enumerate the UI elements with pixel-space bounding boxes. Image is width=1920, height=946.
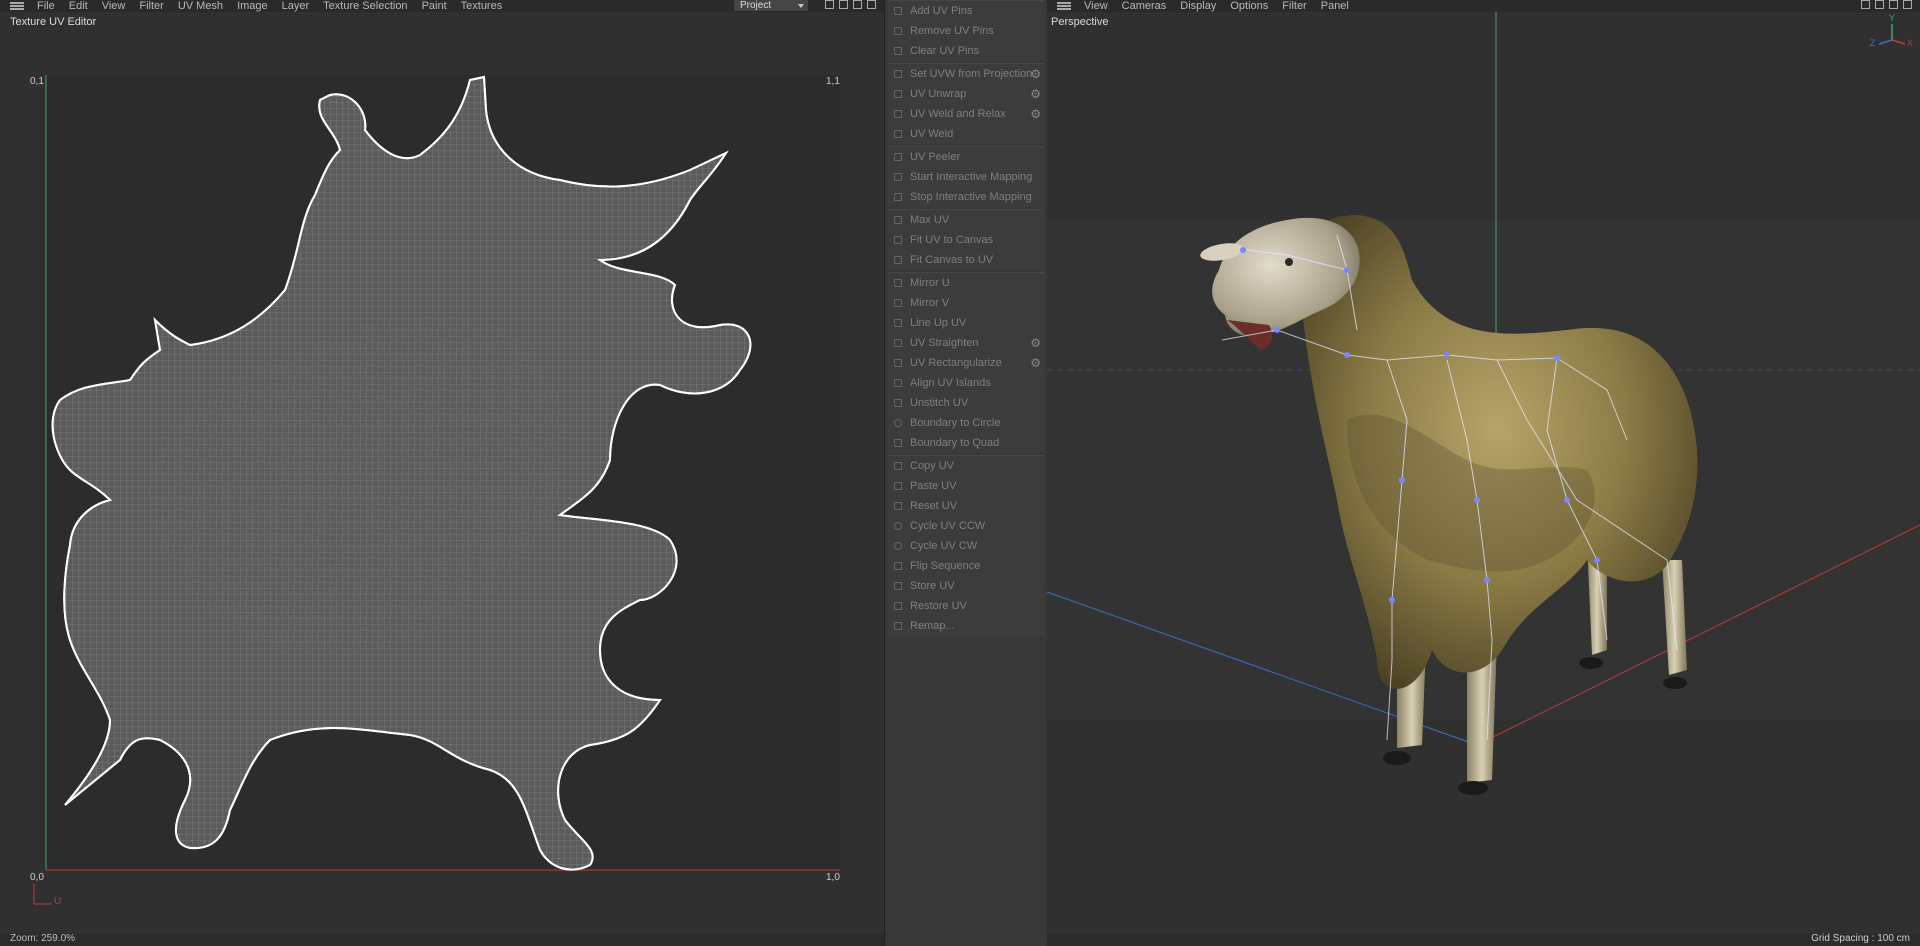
line-up-icon xyxy=(894,319,902,327)
cmd-start-interactive-mapping[interactable]: Start Interactive Mapping xyxy=(888,167,1044,187)
cmd-fit-uv-to-canvas[interactable]: Fit UV to Canvas xyxy=(888,230,1044,250)
sheep-hoof xyxy=(1458,781,1488,795)
cmd-clear-uv-pins[interactable]: Clear UV Pins xyxy=(888,41,1044,61)
cmd-copy-uv[interactable]: Copy UV xyxy=(888,456,1044,476)
cmd-fit-canvas-to-uv[interactable]: Fit Canvas to UV xyxy=(888,250,1044,270)
cmd-uv-peeler[interactable]: UV Peeler xyxy=(888,147,1044,167)
uv-corner-bottom-left: 0,0 xyxy=(30,872,44,883)
cmd-add-uv-pins[interactable]: Add UV Pins xyxy=(888,1,1044,21)
cmd-restore-uv[interactable]: Restore UV xyxy=(888,596,1044,616)
restore-icon xyxy=(894,602,902,610)
cmd-cycle-uv-ccw[interactable]: Cycle UV CCW xyxy=(888,516,1044,536)
gizmo-y-label: Y xyxy=(1889,13,1896,23)
stop-icon xyxy=(894,193,902,201)
uv-canvas[interactable] xyxy=(0,0,884,946)
paste-icon xyxy=(894,482,902,490)
cmd-group-transform: Mirror U Mirror V Line Up UV UV Straight… xyxy=(888,272,1044,453)
uv-axis-u-label: U xyxy=(54,896,62,907)
gear-icon[interactable]: ⚙ xyxy=(1030,356,1041,370)
gear-icon[interactable]: ⚙ xyxy=(1030,67,1041,81)
gear-icon[interactable]: ⚙ xyxy=(1030,336,1041,350)
flip-icon xyxy=(894,562,902,570)
cmd-store-uv[interactable]: Store UV xyxy=(888,576,1044,596)
cmd-uv-rectangularize[interactable]: UV Rectangularize ⚙ xyxy=(888,353,1044,373)
cmd-remove-uv-pins[interactable]: Remove UV Pins xyxy=(888,21,1044,41)
fit-icon xyxy=(894,236,902,244)
uv-commands-panel: Add UV Pins Remove UV Pins Clear UV Pins… xyxy=(884,0,1048,946)
viewport-canvas[interactable] xyxy=(1047,0,1920,946)
cmd-remap[interactable]: Remap... xyxy=(888,616,1044,636)
cmd-unstitch-uv[interactable]: Unstitch UV xyxy=(888,393,1044,413)
play-icon xyxy=(894,173,902,181)
sheep-eye xyxy=(1285,258,1293,266)
uv-corner-top-right: 1,1 xyxy=(826,76,840,87)
gear-icon[interactable]: ⚙ xyxy=(1030,107,1041,121)
mirror-u-icon xyxy=(894,279,902,287)
clear-icon xyxy=(894,47,902,55)
cmd-group-clipboard: Copy UV Paste UV Reset UV Cycle UV CCW C… xyxy=(888,455,1044,636)
cmd-group-fit: Max UV Fit UV to Canvas Fit Canvas to UV xyxy=(888,209,1044,270)
cmd-uv-unwrap[interactable]: UV Unwrap ⚙ xyxy=(888,84,1044,104)
sheep-hoof xyxy=(1579,657,1603,669)
copy-icon xyxy=(894,462,902,470)
remap-icon xyxy=(894,622,902,630)
sheep-hoof xyxy=(1383,751,1411,765)
grid-spacing-readout: Grid Spacing : 100 cm xyxy=(1811,933,1910,944)
projection-icon xyxy=(894,70,902,78)
viewport-title: Perspective xyxy=(1051,16,1109,28)
reset-icon xyxy=(894,502,902,510)
cmd-group-pins: Add UV Pins Remove UV Pins Clear UV Pins xyxy=(888,0,1044,61)
cmd-group-unwrap: Set UVW from Projection ⚙ UV Unwrap ⚙ UV W… xyxy=(888,63,1044,144)
viewport-status-bar xyxy=(1047,934,1920,946)
cmd-max-uv[interactable]: Max UV xyxy=(888,210,1044,230)
rectangularize-icon xyxy=(894,359,902,367)
pin-icon xyxy=(894,7,902,15)
gear-icon[interactable]: ⚙ xyxy=(1030,87,1041,101)
uv-corner-bottom-right: 1,0 xyxy=(826,872,840,883)
cmd-uv-straighten[interactable]: UV Straighten ⚙ xyxy=(888,333,1044,353)
rotate-cw-icon xyxy=(894,542,902,550)
quad-icon xyxy=(894,439,902,447)
cmd-uv-weld-and-relax[interactable]: UV Weld and Relax ⚙ xyxy=(888,104,1044,124)
cmd-group-peeler: UV Peeler Start Interactive Mapping Stop… xyxy=(888,146,1044,207)
cmd-stop-interactive-mapping[interactable]: Stop Interactive Mapping xyxy=(888,187,1044,207)
cmd-boundary-to-quad[interactable]: Boundary to Quad xyxy=(888,433,1044,453)
texture-uv-editor-panel: File Edit View Filter UV Mesh Image Laye… xyxy=(0,0,884,946)
circle-icon xyxy=(894,419,902,427)
relax-icon xyxy=(894,110,902,118)
gizmo-x-label: X xyxy=(1907,38,1914,48)
rotate-ccw-icon xyxy=(894,522,902,530)
pin-remove-icon xyxy=(894,27,902,35)
mirror-v-icon xyxy=(894,299,902,307)
align-icon xyxy=(894,379,902,387)
cmd-set-uvw-from-projection[interactable]: Set UVW from Projection ⚙ xyxy=(888,64,1044,84)
cmd-paste-uv[interactable]: Paste UV xyxy=(888,476,1044,496)
cmd-line-up-uv[interactable]: Line Up UV xyxy=(888,313,1044,333)
cmd-align-uv-islands[interactable]: Align UV Islands xyxy=(888,373,1044,393)
fit-canvas-icon xyxy=(894,256,902,264)
weld-icon xyxy=(894,130,902,138)
store-icon xyxy=(894,582,902,590)
max-icon xyxy=(894,216,902,224)
cmd-mirror-u[interactable]: Mirror U xyxy=(888,273,1044,293)
unstitch-icon xyxy=(894,399,902,407)
straighten-icon xyxy=(894,339,902,347)
perspective-viewport-panel: View Cameras Display Options Filter Pane… xyxy=(1047,0,1920,946)
cmd-mirror-v[interactable]: Mirror V xyxy=(888,293,1044,313)
cmd-flip-sequence[interactable]: Flip Sequence xyxy=(888,556,1044,576)
uv-status-bar xyxy=(0,934,884,946)
zoom-readout: Zoom: 259.0% xyxy=(10,933,76,944)
cmd-cycle-uv-cw[interactable]: Cycle UV CW xyxy=(888,536,1044,556)
cmd-boundary-to-circle[interactable]: Boundary to Circle xyxy=(888,413,1044,433)
cmd-reset-uv[interactable]: Reset UV xyxy=(888,496,1044,516)
uv-corner-top-left: 0,1 xyxy=(30,76,44,87)
peeler-icon xyxy=(894,153,902,161)
unwrap-icon xyxy=(894,90,902,98)
cmd-uv-weld[interactable]: UV Weld xyxy=(888,124,1044,144)
gizmo-z-label: Z xyxy=(1870,38,1876,48)
sheep-hoof xyxy=(1663,677,1687,689)
